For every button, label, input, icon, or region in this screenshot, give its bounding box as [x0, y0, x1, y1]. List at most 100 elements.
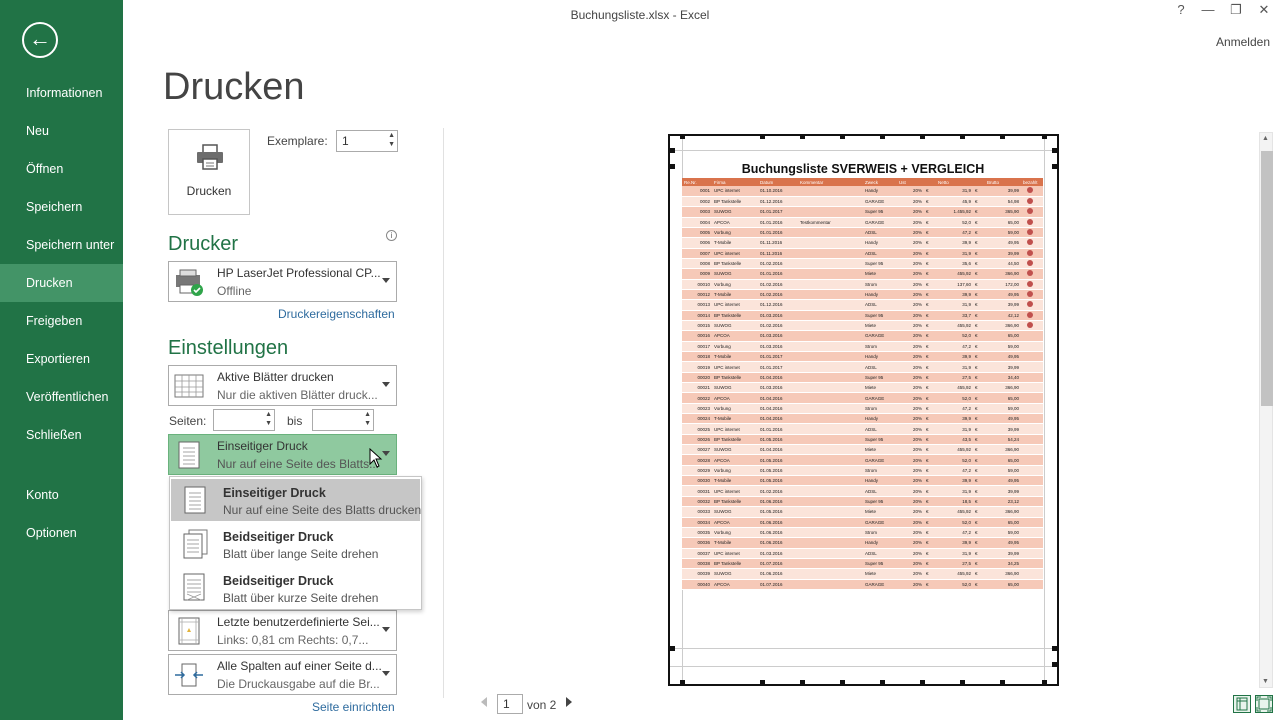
spin-down-icon[interactable]: ▼: [265, 420, 272, 427]
table-cell: [798, 444, 863, 456]
margin-handle[interactable]: [960, 134, 965, 139]
spin-down-icon[interactable]: ▼: [388, 141, 395, 148]
margin-handle[interactable]: [1042, 134, 1047, 139]
spin-up-icon[interactable]: ▲: [364, 411, 371, 418]
scroll-up-icon[interactable]: ▲: [1262, 135, 1269, 142]
table-row: 00012 T-Mobile 01.02.2016 Handy 20% €39,9 €49,…: [682, 289, 1043, 301]
sidebar-item-freigeben[interactable]: Freigeben: [0, 302, 123, 340]
table-cell: 01.01.2017: [758, 361, 798, 373]
sidebar-item-speichern-unter[interactable]: Speichern unter: [0, 226, 123, 264]
scroll-down-icon[interactable]: ▼: [1262, 678, 1269, 685]
table-row: 0005 Vorbung 01.01.2016 ADSL 20% €47,2 €59,00: [682, 227, 1043, 239]
prev-page-icon[interactable]: [481, 697, 487, 707]
spin-down-icon[interactable]: ▼: [364, 420, 371, 427]
pages-to-input[interactable]: ▲ ▼: [312, 409, 374, 431]
restore-icon[interactable]: ❐: [1223, 2, 1249, 18]
margin-handle[interactable]: [1052, 164, 1057, 169]
margin-handle[interactable]: [920, 680, 925, 685]
table-cell: [798, 558, 863, 570]
margin-handle[interactable]: [1052, 148, 1057, 153]
option-duplex-short-edge[interactable]: Beidseitiger Druck Blatt über kurze Seit…: [171, 567, 420, 609]
duplex-select[interactable]: Einseitiger Druck Nur auf eine Seite des…: [168, 434, 397, 475]
table-cell: [1021, 496, 1043, 508]
back-arrow-icon[interactable]: ←: [22, 22, 58, 58]
table-cell: €: [924, 485, 936, 497]
print-scope-select[interactable]: Aktive Blätter drucken Nur die aktiven B…: [168, 365, 397, 406]
table-cell: 20%: [897, 289, 924, 301]
zoom-page-button[interactable]: [1255, 695, 1273, 713]
sidebar-item-konto[interactable]: Konto: [0, 476, 123, 514]
help-icon[interactable]: ?: [1168, 2, 1194, 17]
table-cell: UPC internet: [712, 186, 758, 197]
table-cell: €: [973, 517, 985, 528]
option-single-sided[interactable]: Einseitiger Druck Nur auf eine Seite des…: [171, 479, 421, 521]
show-margins-button[interactable]: [1233, 695, 1251, 713]
margins-select[interactable]: Letzte benutzerdefinierte Sei... Links: …: [168, 610, 397, 651]
margin-handle[interactable]: [670, 148, 675, 153]
margin-handle[interactable]: [840, 134, 845, 139]
option-duplex-long-edge[interactable]: Beidseitiger Druck Blatt über lange Seit…: [171, 523, 420, 565]
table-cell: [798, 320, 863, 332]
scaling-select[interactable]: Alle Spalten auf einer Seite d... Die Dr…: [168, 654, 397, 695]
table-cell: 00039: [682, 568, 712, 580]
table-row: 00027 SUWOG 01.04.2016 Miete 20% €455,92 €366,…: [682, 444, 1043, 456]
printer-properties-link[interactable]: Druckereigenschaften: [278, 307, 395, 321]
margin-handle[interactable]: [920, 134, 925, 139]
table-cell: T-Mobile: [712, 537, 758, 549]
sidebar-item-informationen[interactable]: Informationen: [0, 74, 123, 112]
table-cell: APCOA: [712, 217, 758, 228]
print-button[interactable]: Drucken: [168, 129, 250, 215]
sidebar-item-exportieren[interactable]: Exportieren: [0, 340, 123, 378]
preview-scrollbar[interactable]: ▲ ▼: [1259, 132, 1273, 688]
table-cell: [1021, 196, 1043, 208]
close-icon[interactable]: ✕: [1251, 2, 1277, 18]
margin-handle[interactable]: [760, 680, 765, 685]
page-title: Drucken: [163, 66, 305, 108]
sidebar-item-optionen[interactable]: Optionen: [0, 514, 123, 552]
pages-from-input[interactable]: ▲ ▼: [213, 409, 275, 431]
spin-up-icon[interactable]: ▲: [388, 132, 395, 139]
copies-input[interactable]: 1 ▲ ▼: [336, 130, 398, 152]
table-cell: 20%: [897, 454, 924, 466]
margin-handle[interactable]: [670, 646, 675, 651]
table-cell: 49,95: [985, 413, 1021, 425]
table-cell: 49,95: [985, 237, 1021, 249]
margin-handle[interactable]: [1000, 680, 1005, 685]
margin-handle[interactable]: [680, 680, 685, 685]
minimize-icon[interactable]: —: [1195, 2, 1221, 17]
margin-handle[interactable]: [880, 134, 885, 139]
table-cell: 137,60: [936, 279, 973, 290]
margin-handle[interactable]: [840, 680, 845, 685]
margin-handle[interactable]: [800, 680, 805, 685]
signin-link[interactable]: Anmelden: [1216, 35, 1270, 49]
margin-handle[interactable]: [1042, 680, 1047, 685]
table-cell: 49,95: [985, 351, 1021, 363]
table-cell: [798, 568, 863, 580]
table-cell: 0009: [682, 268, 712, 280]
sidebar-item-drucken[interactable]: Drucken: [0, 264, 123, 302]
spin-up-icon[interactable]: ▲: [265, 411, 272, 418]
margin-handle[interactable]: [760, 134, 765, 139]
table-cell: [1021, 341, 1043, 353]
sidebar-item-speichern[interactable]: Speichern: [0, 188, 123, 226]
margin-handle[interactable]: [800, 134, 805, 139]
info-icon[interactable]: i: [386, 230, 397, 241]
margin-handle[interactable]: [960, 680, 965, 685]
margin-handle[interactable]: [880, 680, 885, 685]
printer-select[interactable]: HP LaserJet Professional CP... Offline: [168, 261, 397, 302]
sidebar-item-öffnen[interactable]: Öffnen: [0, 150, 123, 188]
page-number-input[interactable]: 1: [497, 694, 523, 714]
print-preview-page[interactable]: Buchungsliste SVERWEIS + VERGLEICH Re.Nr…: [668, 134, 1059, 686]
margin-handle[interactable]: [1052, 662, 1057, 667]
margin-handle[interactable]: [680, 134, 685, 139]
margin-handle[interactable]: [1000, 134, 1005, 139]
next-page-icon[interactable]: [566, 697, 572, 707]
sidebar-item-schließen[interactable]: Schließen: [0, 416, 123, 454]
sidebar-item-veröffentlichen[interactable]: Veröffentlichen: [0, 378, 123, 416]
sidebar-item-neu[interactable]: Neu: [0, 112, 123, 150]
margin-handle[interactable]: [670, 164, 675, 169]
scrollbar-thumb[interactable]: [1261, 151, 1273, 406]
page-setup-link[interactable]: Seite einrichten: [312, 700, 395, 714]
margin-handle[interactable]: [1052, 646, 1057, 651]
table-cell: Vorbung: [712, 465, 758, 477]
